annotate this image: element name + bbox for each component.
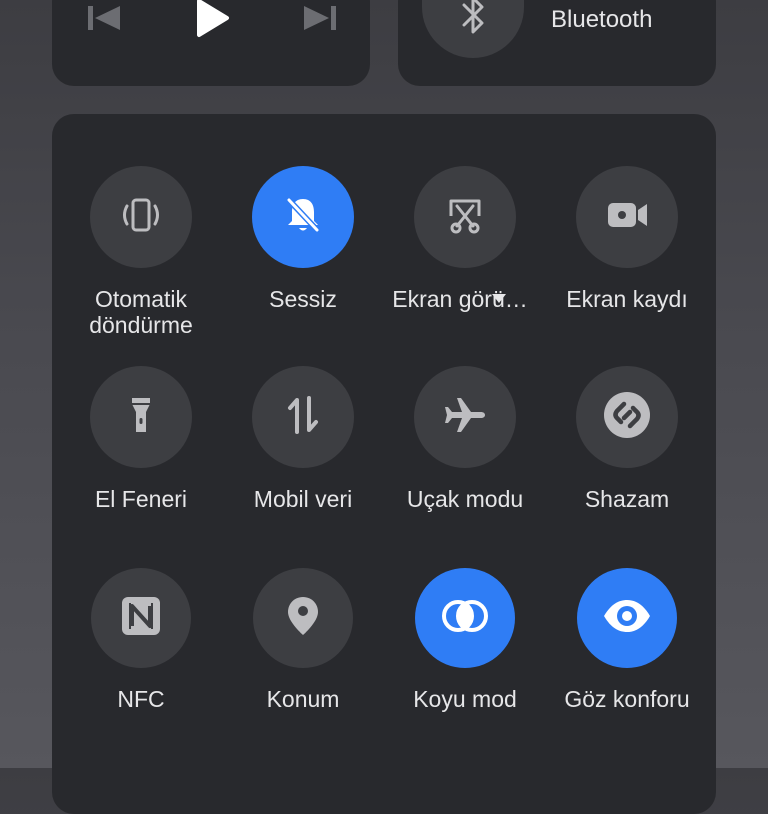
tile-airplane-mode-button[interactable] bbox=[414, 366, 516, 468]
tile-silent-label: Sessiz bbox=[269, 286, 337, 312]
tile-silent-button[interactable] bbox=[252, 166, 354, 268]
skip-next-icon[interactable] bbox=[300, 0, 340, 36]
eye-icon bbox=[601, 593, 653, 644]
bluetooth-icon bbox=[458, 0, 488, 42]
tile-eye-comfort-label: Göz konforu bbox=[564, 686, 690, 712]
chevron-down-icon[interactable] bbox=[492, 294, 506, 303]
screen-record-icon bbox=[602, 192, 652, 243]
tile-screen-record-label: Ekran kaydı bbox=[566, 286, 688, 312]
shazam-icon bbox=[602, 390, 652, 445]
tile-shazam-button[interactable] bbox=[576, 366, 678, 468]
tile-auto-rotate-label: Otomatik döndürme bbox=[89, 286, 193, 338]
tile-shazam-label: Shazam bbox=[584, 486, 670, 512]
tile-silent[interactable]: Sessiz bbox=[222, 166, 384, 356]
auto-rotate-icon bbox=[118, 192, 164, 243]
tile-mobile-data-label: Mobil veri bbox=[253, 486, 353, 512]
tile-location-label: Konum bbox=[266, 686, 340, 712]
location-icon bbox=[280, 593, 326, 644]
airplane-icon bbox=[440, 392, 490, 443]
tile-eye-comfort[interactable]: Göz konforu bbox=[546, 568, 708, 758]
skip-previous-icon[interactable] bbox=[84, 0, 124, 36]
tile-dark-mode-button[interactable] bbox=[415, 568, 515, 668]
tile-screenshot-label: Ekran görü… bbox=[392, 286, 528, 312]
tile-mobile-data-button[interactable] bbox=[252, 366, 354, 468]
tile-dark-mode[interactable]: Koyu mod bbox=[384, 568, 546, 758]
mobile-data-icon bbox=[280, 392, 326, 443]
tile-eye-comfort-button[interactable] bbox=[577, 568, 677, 668]
tile-screenshot-button[interactable] bbox=[414, 166, 516, 268]
tile-location-button[interactable] bbox=[253, 568, 353, 668]
tile-screen-record[interactable]: Ekran kaydı bbox=[546, 166, 708, 356]
tile-nfc-label: NFC bbox=[117, 686, 165, 712]
tile-flashlight-label: El Feneri bbox=[94, 486, 188, 512]
bluetooth-label: Bluetooth bbox=[551, 6, 653, 33]
tile-auto-rotate[interactable]: Otomatik döndürme bbox=[60, 166, 222, 356]
bluetooth-toggle[interactable] bbox=[422, 0, 524, 58]
tile-flashlight-button[interactable] bbox=[90, 366, 192, 468]
tile-dark-mode-label: Koyu mod bbox=[413, 686, 517, 712]
tile-screen-record-button[interactable] bbox=[576, 166, 678, 268]
media-controls-card bbox=[52, 0, 370, 86]
tile-airplane-mode-label: Uçak modu bbox=[406, 486, 524, 512]
dark-mode-icon bbox=[440, 593, 490, 644]
flashlight-icon bbox=[118, 392, 164, 443]
tile-screenshot[interactable]: Ekran görü… bbox=[384, 166, 546, 356]
tile-location[interactable]: Konum bbox=[222, 568, 384, 758]
play-icon[interactable] bbox=[192, 0, 232, 37]
tile-mobile-data[interactable]: Mobil veri bbox=[222, 366, 384, 556]
tile-shazam[interactable]: Shazam bbox=[546, 366, 708, 556]
bell-off-icon bbox=[280, 192, 326, 243]
screenshot-icon bbox=[442, 192, 488, 243]
bluetooth-card[interactable]: Bluetooth bbox=[398, 0, 716, 86]
tile-airplane-mode[interactable]: Uçak modu bbox=[384, 366, 546, 556]
tile-nfc[interactable]: NFC bbox=[60, 568, 222, 758]
tile-flashlight[interactable]: El Feneri bbox=[60, 366, 222, 556]
tile-auto-rotate-button[interactable] bbox=[90, 166, 192, 268]
nfc-icon bbox=[118, 593, 164, 644]
tile-nfc-button[interactable] bbox=[91, 568, 191, 668]
quick-settings-panel: Otomatik döndürme Sessiz Ekran görü… Ekr… bbox=[52, 114, 716, 814]
